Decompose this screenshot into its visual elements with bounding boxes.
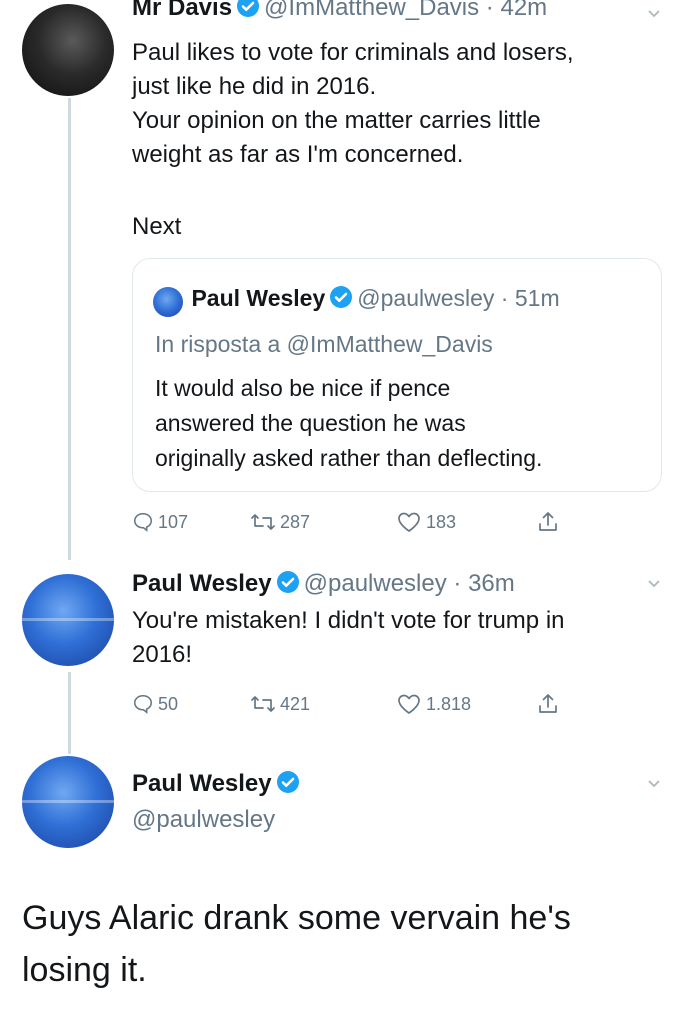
tweet-caption: Guys Alaric drank some vervain he's losi… <box>22 892 672 996</box>
quote-text: It would also be nice if pence answered … <box>155 371 542 476</box>
quote-author-name: Paul Wesley <box>191 285 326 311</box>
tweet1-text-line: Paul likes to vote for criminals and los… <box>132 39 574 66</box>
quote-handle: @paulwesley <box>357 285 495 311</box>
tweet1-timestamp[interactable]: 42m <box>500 0 547 21</box>
chevron-down-icon[interactable] <box>646 576 662 592</box>
separator-dot: · <box>479 0 501 21</box>
chevron-down-icon[interactable] <box>646 6 662 22</box>
separator-dot: · <box>494 285 515 311</box>
tweet2-timestamp[interactable]: 36m <box>468 570 515 597</box>
reply-count: 107 <box>158 511 189 532</box>
verified-icon <box>276 571 299 593</box>
quote-header: Paul Wesley @paulwesley · 51m <box>153 285 560 317</box>
tweet2-text-line: 2016! <box>132 641 193 668</box>
retweet-count: 421 <box>280 693 311 714</box>
tweet2-header: Paul Wesley @paulwesley · 36m <box>132 570 515 598</box>
reply-button[interactable]: 50 <box>132 693 250 715</box>
quote-text-line: originally asked rather than deflecting. <box>155 445 543 471</box>
tweet1-header: Mr Davis @ImMatthew_Davis · 42m <box>132 0 547 22</box>
thread-connector-line <box>68 98 71 560</box>
avatar-mr-davis[interactable] <box>22 4 114 96</box>
retweet-button[interactable]: 287 <box>250 511 396 533</box>
heart-icon <box>398 694 420 714</box>
caption-line: Guys Alaric drank some vervain he's <box>22 899 571 937</box>
heart-icon <box>398 512 420 532</box>
like-count: 1.818 <box>426 693 472 714</box>
tweet1-next-text: Next <box>132 213 182 240</box>
tweet2-action-bar: 50 421 1.818 <box>132 690 564 718</box>
retweet-button[interactable]: 421 <box>250 693 396 715</box>
separator-dot: · <box>446 570 469 597</box>
retweet-icon <box>251 514 275 530</box>
retweet-icon <box>251 696 275 712</box>
quote-avatar <box>153 286 183 317</box>
caption-line: losing it. <box>22 951 147 989</box>
tweet1-text: Paul likes to vote for criminals and los… <box>132 36 574 172</box>
tweet2-text: You're mistaken! I didn't vote for trump… <box>132 604 565 672</box>
like-button[interactable]: 183 <box>396 511 536 533</box>
reply-icon <box>133 512 153 532</box>
thread-connector-line <box>68 672 71 754</box>
verified-icon <box>330 286 353 308</box>
share-button[interactable] <box>536 692 564 716</box>
share-icon <box>539 512 557 531</box>
tweet1-text-line: weight as far as I'm concerned. <box>132 141 464 168</box>
reply-icon <box>133 694 153 714</box>
like-count: 183 <box>426 511 457 532</box>
quote-text-line: It would also be nice if pence <box>155 375 451 401</box>
avatar-paul-wesley[interactable] <box>22 574 114 666</box>
tweet1-handle[interactable]: @ImMatthew_Davis <box>264 0 479 21</box>
profile-handle[interactable]: @paulwesley <box>132 806 275 834</box>
quote-reply-context: In risposta a @ImMatthew_Davis <box>155 331 493 357</box>
quote-timestamp: 51m <box>514 285 560 311</box>
tweet1-action-bar: 107 287 183 <box>132 508 564 536</box>
quoted-tweet-card[interactable]: Paul Wesley @paulwesley · 51m In risposta… <box>132 258 662 492</box>
tweet1-author-name[interactable]: Mr Davis <box>132 0 232 21</box>
verified-icon <box>237 0 260 17</box>
profile-name[interactable]: Paul Wesley <box>132 770 272 797</box>
reply-button[interactable]: 107 <box>132 511 250 533</box>
tweet2-handle[interactable]: @paulwesley <box>304 570 447 597</box>
tweet1-text-line: just like he did in 2016. <box>132 73 377 100</box>
share-icon <box>539 694 557 713</box>
avatar-paul-wesley[interactable] <box>22 756 114 848</box>
share-button[interactable] <box>536 510 564 534</box>
tweet2-text-line: You're mistaken! I didn't vote for trump… <box>132 607 565 634</box>
verified-icon <box>276 771 299 793</box>
tweet1-text-line: Your opinion on the matter carries littl… <box>132 107 541 134</box>
profile-name-row: Paul Wesley <box>132 770 304 798</box>
retweet-count: 287 <box>280 511 311 532</box>
quote-text-line: answered the question he was <box>155 410 466 436</box>
like-button[interactable]: 1.818 <box>396 693 536 715</box>
chevron-down-icon[interactable] <box>646 776 662 792</box>
tweet2-author-name[interactable]: Paul Wesley <box>132 570 272 597</box>
reply-count: 50 <box>158 693 179 714</box>
